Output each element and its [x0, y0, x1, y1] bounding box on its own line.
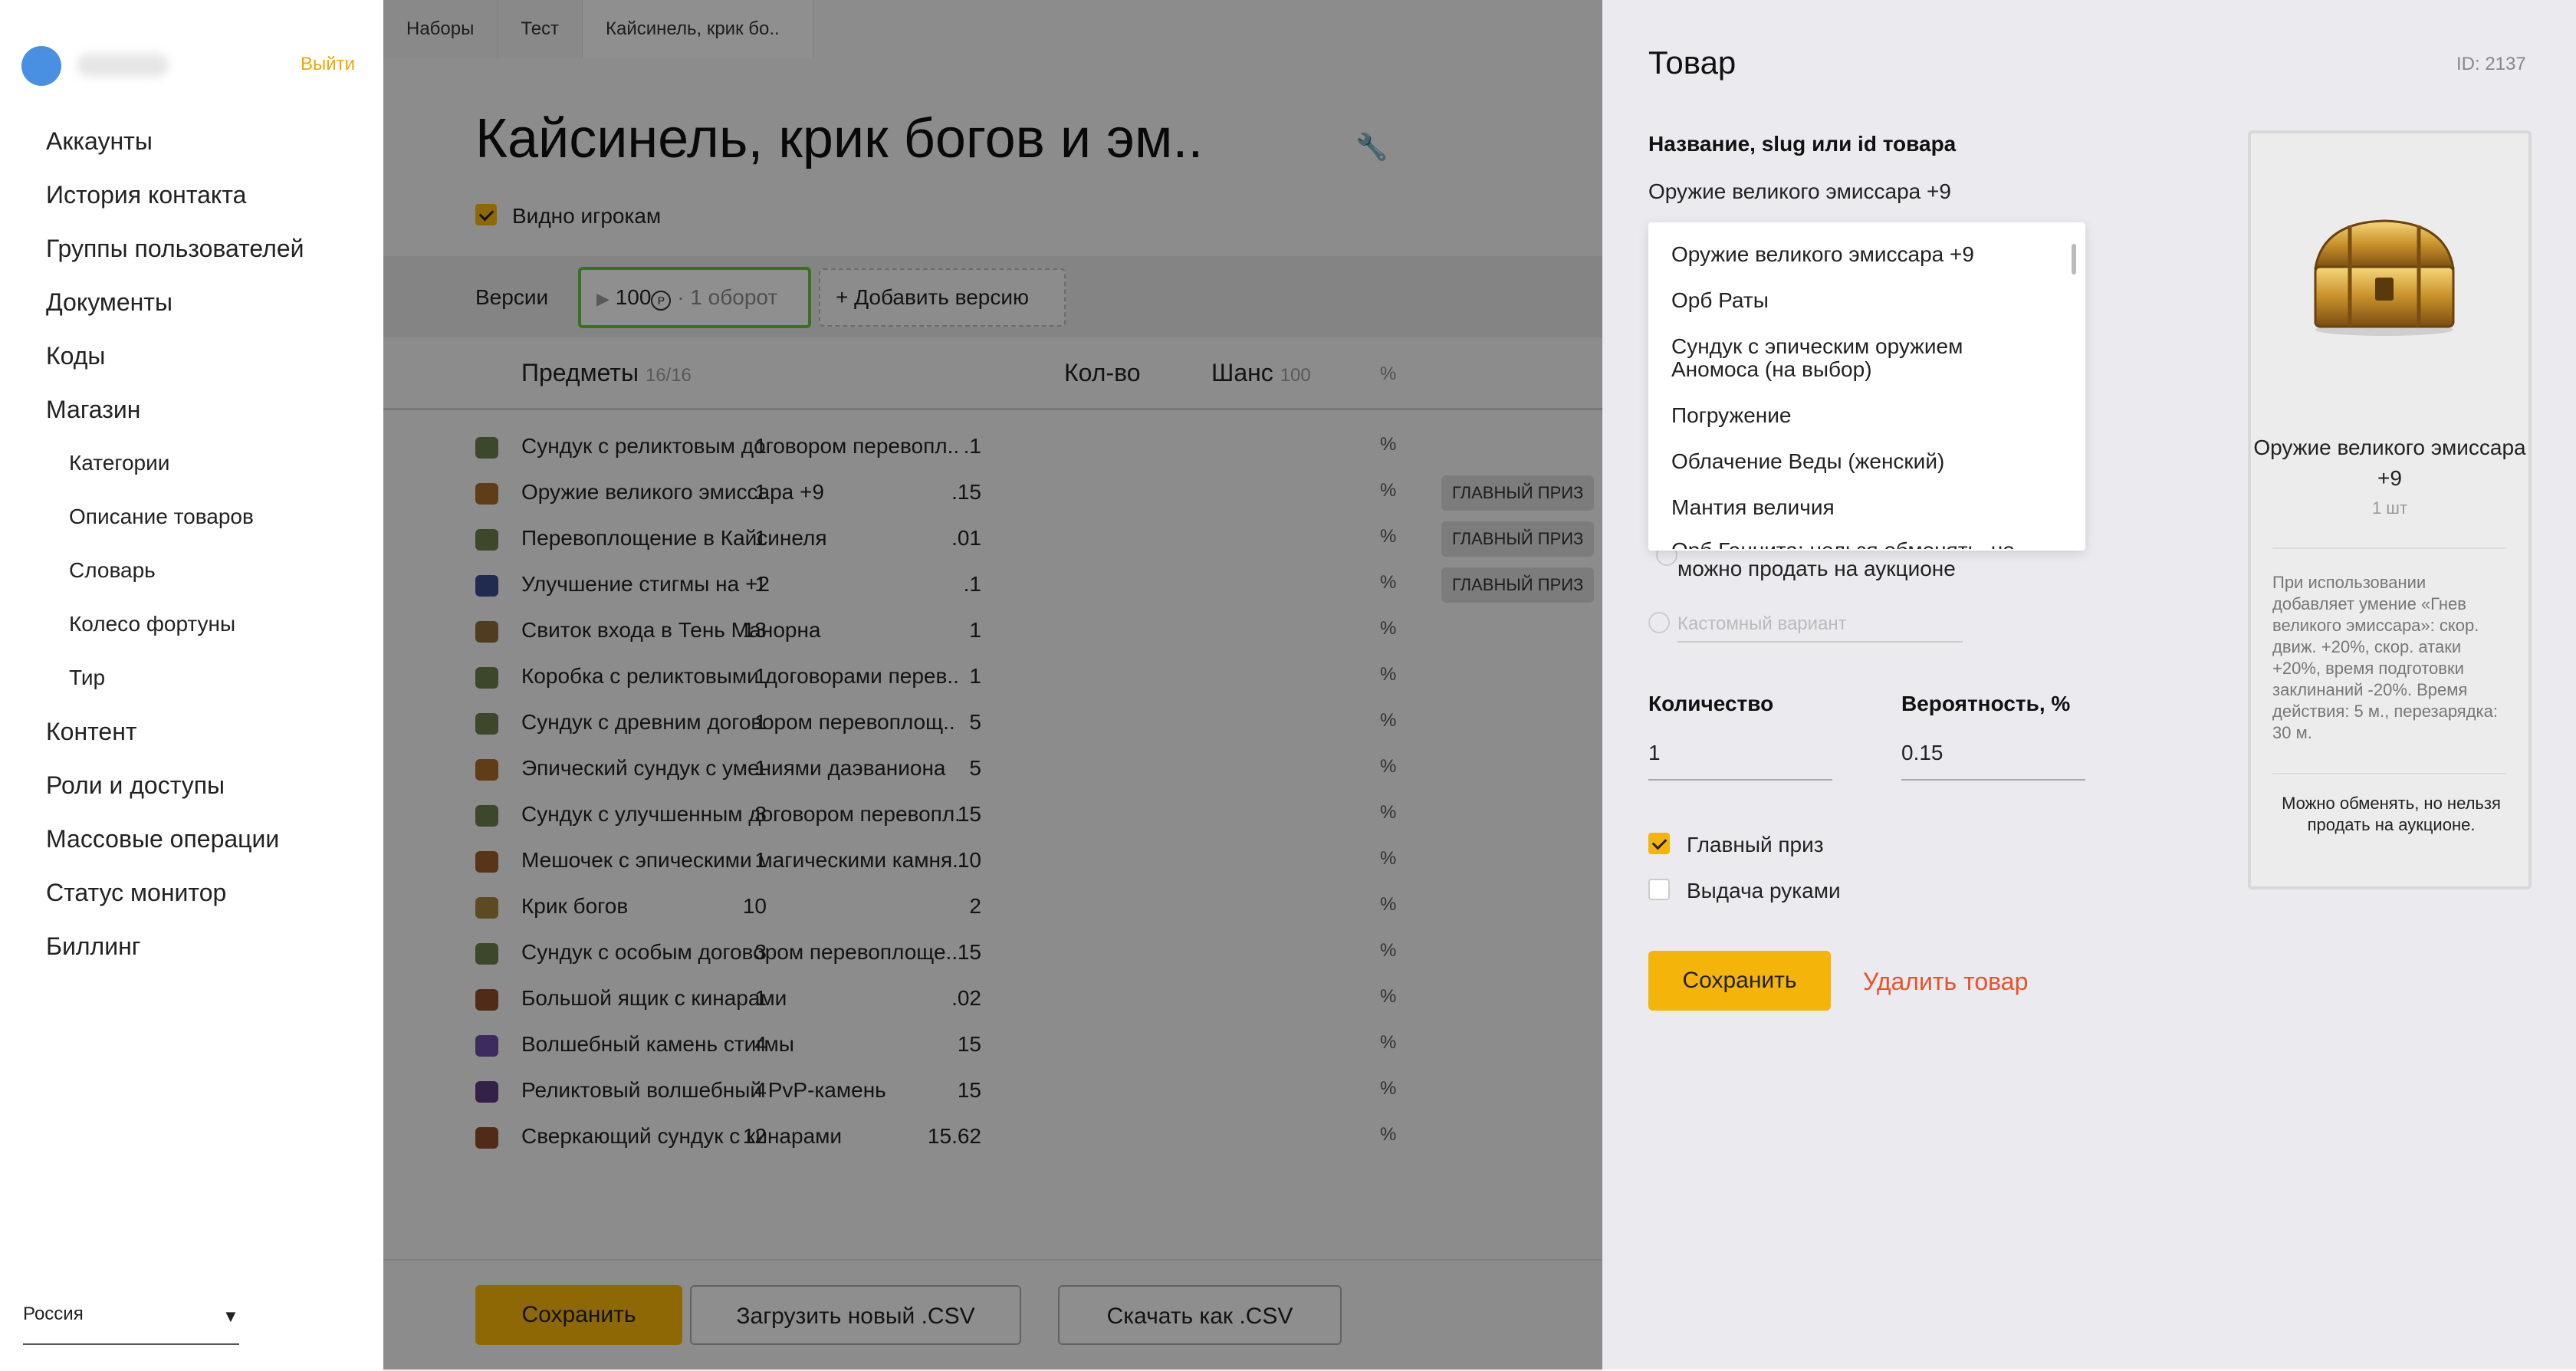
probability-underline	[1901, 779, 2085, 781]
sidebar: Выйти Аккаунты История контакта Группы п…	[0, 0, 383, 1369]
nav-bulk-ops[interactable]: Массовые операции	[46, 825, 279, 853]
name-label: Название, slug или id товара	[1648, 132, 1957, 156]
nav-shop-tier[interactable]: Тир	[69, 666, 105, 690]
suggestion-item[interactable]: Орб Раты	[1671, 288, 1769, 313]
custom-variant-radio[interactable]	[1648, 612, 1670, 633]
probability-label: Вероятность, %	[1901, 692, 2071, 715]
username-blurred	[77, 54, 169, 77]
main-prize-checkbox[interactable]	[1648, 833, 1670, 854]
card-item-note: Можно обменять, но нельзя продать на аук…	[2282, 794, 2501, 834]
suggestion-item-cont[interactable]: Аномоса (на выбор)	[1671, 357, 1872, 382]
manual-label: Выдача руками	[1687, 879, 1841, 902]
nav-status-monitor[interactable]: Статус монитор	[46, 879, 226, 907]
panel-id: ID: 2137	[2456, 54, 2526, 74]
nav-shop[interactable]: Магазин	[46, 396, 140, 424]
avatar[interactable]	[21, 46, 61, 86]
card-item-qty: 1 шт	[2371, 498, 2408, 518]
suggestion-item[interactable]: Сундук с эпическим оружием	[1671, 334, 1963, 359]
save-item-button[interactable]: Сохранить	[1648, 951, 1831, 1011]
probability-input[interactable]: 0.15	[1901, 741, 1944, 765]
panel-title: Товар	[1648, 44, 1737, 81]
manual-checkbox[interactable]	[1648, 879, 1670, 900]
nav-accounts[interactable]: Аккаунты	[46, 127, 153, 156]
chevron-down-icon[interactable]: ▼	[222, 1307, 239, 1327]
qty-underline	[1648, 779, 1832, 781]
delete-item-link[interactable]: Удалить товар	[1863, 968, 2028, 996]
region-select[interactable]: Россия	[23, 1304, 84, 1325]
card-item-description: При использовании добавляет умение «Гнев…	[2272, 573, 2499, 742]
logout-link[interactable]: Выйти	[301, 54, 355, 75]
dropdown-scrollbar[interactable]	[2072, 244, 2076, 275]
chest-icon	[2314, 219, 2455, 336]
nav-content[interactable]: Контент	[46, 718, 137, 746]
nav-shop-descriptions[interactable]: Описание товаров	[69, 505, 254, 529]
name-input[interactable]: Оружие великого эмиссара +9	[1648, 179, 1951, 204]
suggestion-item[interactable]: Мантия величия	[1671, 495, 1835, 520]
main-prize-label: Главный приз	[1687, 833, 1824, 856]
custom-variant-input[interactable]: Кастомный вариант	[1677, 613, 1847, 635]
nav-roles[interactable]: Роли и доступы	[46, 771, 225, 800]
custom-variant-underline	[1677, 641, 1963, 643]
suggestion-item[interactable]: Оружие великого эмиссара +9	[1671, 242, 1974, 267]
suggestions-dropdown: Оружие великого эмиссара +9 Орб Раты Сун…	[1648, 222, 2085, 551]
nav-documents[interactable]: Документы	[46, 288, 172, 317]
qty-label: Количество	[1648, 692, 1774, 715]
nav-user-groups[interactable]: Группы пользователей	[46, 235, 304, 263]
nav-shop-categories[interactable]: Категории	[69, 451, 169, 475]
qty-input[interactable]: 1	[1648, 741, 1661, 765]
partial-option-label[interactable]: можно продать на аукционе	[1677, 557, 1956, 581]
nav-contact-history[interactable]: История контакта	[46, 181, 246, 209]
card-item-name: Оружие великого эмиссара +9	[2253, 436, 2526, 490]
region-underline	[23, 1343, 239, 1345]
card-divider	[2272, 547, 2507, 549]
nav-billing[interactable]: Биллинг	[46, 932, 140, 961]
suggestion-item[interactable]: Погружение	[1671, 403, 1791, 428]
suggestion-item-clipped[interactable]: Орб Ганнита: нельзя обменять, но	[1671, 538, 2015, 549]
nav-shop-wheel[interactable]: Колесо фортуны	[69, 612, 235, 636]
nav-shop-dictionary[interactable]: Словарь	[69, 558, 156, 583]
nav-codes[interactable]: Коды	[46, 342, 105, 370]
modal-overlay[interactable]	[383, 0, 1602, 1369]
suggestion-item[interactable]: Облачение Веды (женский)	[1671, 449, 1944, 474]
card-divider	[2272, 773, 2507, 774]
